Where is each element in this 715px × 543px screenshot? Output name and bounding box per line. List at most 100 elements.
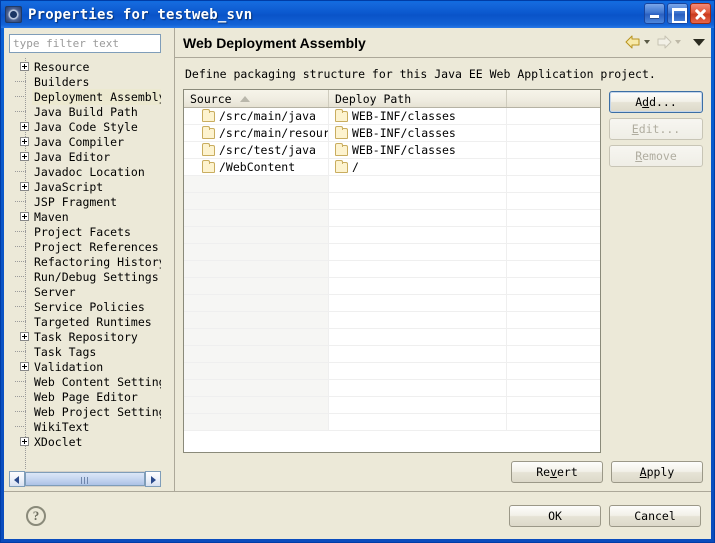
folder-icon	[335, 108, 348, 122]
sidebar-item-java-compiler[interactable]: Java Compiler	[9, 134, 161, 149]
table-row-empty[interactable]	[184, 244, 600, 261]
folder-icon	[335, 159, 348, 173]
cell-filler-empty	[507, 176, 600, 192]
forward-arrow-icon	[656, 35, 672, 49]
table-row-empty[interactable]	[184, 227, 600, 244]
dialog-footer: ? OK Cancel	[4, 491, 711, 539]
expand-plus-icon[interactable]	[20, 362, 29, 371]
sidebar-item-task-repository[interactable]: Task Repository	[9, 329, 161, 344]
sidebar-item-label: Java Build Path	[34, 104, 138, 119]
title-bar[interactable]: Properties for testweb_svn	[1, 1, 714, 28]
back-arrow-icon[interactable]	[625, 35, 641, 49]
scrollbar-thumb[interactable]	[25, 472, 145, 486]
sidebar-item-java-editor[interactable]: Java Editor	[9, 149, 161, 164]
apply-button[interactable]: Apply	[611, 461, 703, 483]
sidebar-item-run-debug-settings[interactable]: Run/Debug Settings	[9, 269, 161, 284]
expand-plus-icon[interactable]	[20, 137, 29, 146]
assembly-table[interactable]: Source Deploy Path /src/main/java WEB-INF…	[183, 89, 601, 453]
scroll-right-icon[interactable]	[145, 471, 161, 487]
expand-plus-icon[interactable]	[20, 437, 29, 446]
view-menu-chevron-icon[interactable]	[693, 38, 705, 46]
table-row-empty[interactable]	[184, 414, 600, 431]
cell-source-empty	[184, 380, 329, 396]
sidebar-item-resource[interactable]: Resource	[9, 59, 161, 74]
maximize-button[interactable]	[667, 3, 688, 24]
ok-button[interactable]: OK	[509, 504, 601, 527]
table-row-empty[interactable]	[184, 261, 600, 278]
add-button[interactable]: Add...	[609, 91, 703, 113]
cell-deploy-path: WEB-INF/classes	[329, 142, 507, 158]
table-row-empty[interactable]	[184, 176, 600, 193]
sidebar-item-refactoring-history[interactable]: Refactoring History	[9, 254, 161, 269]
table-row[interactable]: /src/test/java WEB-INF/classes	[184, 142, 600, 159]
scroll-left-icon[interactable]	[9, 471, 25, 487]
sidebar-item-service-policies[interactable]: Service Policies	[9, 299, 161, 314]
cancel-button[interactable]: Cancel	[609, 504, 701, 527]
minimize-button[interactable]	[644, 3, 665, 24]
sidebar-item-server[interactable]: Server	[9, 284, 161, 299]
sidebar-item-java-build-path[interactable]: Java Build Path	[9, 104, 161, 119]
table-row-empty[interactable]	[184, 397, 600, 414]
sidebar-item-java-code-style[interactable]: Java Code Style	[9, 119, 161, 134]
table-body[interactable]: /src/main/java WEB-INF/classes/src/main/r…	[184, 108, 600, 452]
cell-deploy-path-empty	[329, 295, 507, 311]
cell-deploy-path-empty	[329, 329, 507, 345]
sidebar-item-project-references[interactable]: Project References	[9, 239, 161, 254]
table-row-empty[interactable]	[184, 295, 600, 312]
sidebar-item-wikitext[interactable]: WikiText	[9, 419, 161, 434]
table-row-empty[interactable]	[184, 193, 600, 210]
table-row[interactable]: /src/main/java WEB-INF/classes	[184, 108, 600, 125]
sidebar-item-task-tags[interactable]: Task Tags	[9, 344, 161, 359]
column-header-source[interactable]: Source	[184, 90, 329, 107]
expand-plus-icon[interactable]	[20, 182, 29, 191]
expand-plus-icon[interactable]	[20, 122, 29, 131]
sidebar-item-label: Project References	[34, 239, 159, 254]
sidebar-item-deployment-assembly[interactable]: Deployment Assembly	[9, 88, 161, 105]
table-row-empty[interactable]	[184, 363, 600, 380]
table-row-empty[interactable]	[184, 278, 600, 295]
column-header-deploy-path-label: Deploy Path	[335, 91, 412, 106]
table-row[interactable]: /WebContent /	[184, 159, 600, 176]
folder-icon	[202, 159, 215, 173]
scrollbar-track[interactable]	[25, 471, 145, 487]
table-row-empty[interactable]	[184, 210, 600, 227]
sidebar-item-jsp-fragment[interactable]: JSP Fragment	[9, 194, 161, 209]
close-button[interactable]	[690, 3, 711, 24]
table-row[interactable]: /src/main/resour WEB-INF/classes	[184, 125, 600, 142]
tree-leaf-connector-icon	[15, 227, 29, 236]
sidebar-item-targeted-runtimes[interactable]: Targeted Runtimes	[9, 314, 161, 329]
sidebar-item-web-content-settings[interactable]: Web Content Settings	[9, 374, 161, 389]
cell-deploy-path-text: /	[352, 160, 359, 174]
expand-plus-icon[interactable]	[20, 62, 29, 71]
back-dropdown-caret-icon[interactable]	[644, 40, 650, 44]
cell-source-empty	[184, 278, 329, 294]
expand-plus-icon[interactable]	[20, 152, 29, 161]
folder-icon	[335, 125, 348, 139]
table-row-empty[interactable]	[184, 380, 600, 397]
sidebar-item-xdoclet[interactable]: XDoclet	[9, 434, 161, 449]
sidebar-item-web-page-editor[interactable]: Web Page Editor	[9, 389, 161, 404]
sidebar-item-javascript[interactable]: JavaScript	[9, 179, 161, 194]
column-header-deploy-path[interactable]: Deploy Path	[329, 90, 507, 107]
sidebar-item-builders[interactable]: Builders	[9, 74, 161, 89]
table-row-empty[interactable]	[184, 312, 600, 329]
table-row-empty[interactable]	[184, 329, 600, 346]
tree-horizontal-scrollbar[interactable]	[9, 471, 161, 487]
sidebar-item-web-project-settings[interactable]: Web Project Settings	[9, 404, 161, 419]
cell-filler-empty	[507, 295, 600, 311]
revert-button[interactable]: Revert	[511, 461, 603, 483]
filter-input[interactable]: type filter text	[9, 34, 161, 53]
sidebar-item-project-facets[interactable]: Project Facets	[9, 224, 161, 239]
settings-tree[interactable]: Resource Builders Deployment Assembly Java …	[9, 58, 161, 469]
table-row-empty[interactable]	[184, 346, 600, 363]
sidebar-item-maven[interactable]: Maven	[9, 209, 161, 224]
help-question-icon[interactable]: ?	[26, 505, 46, 526]
sidebar-item-javadoc-location[interactable]: Javadoc Location	[9, 164, 161, 179]
expand-plus-icon[interactable]	[20, 212, 29, 221]
sidebar-item-validation[interactable]: Validation	[9, 359, 161, 374]
cell-filler-empty	[507, 227, 600, 243]
cell-filler	[507, 159, 600, 175]
sidebar-item-label: Task Repository	[34, 329, 138, 344]
expand-plus-icon[interactable]	[20, 332, 29, 341]
column-header-filler[interactable]	[507, 90, 600, 107]
